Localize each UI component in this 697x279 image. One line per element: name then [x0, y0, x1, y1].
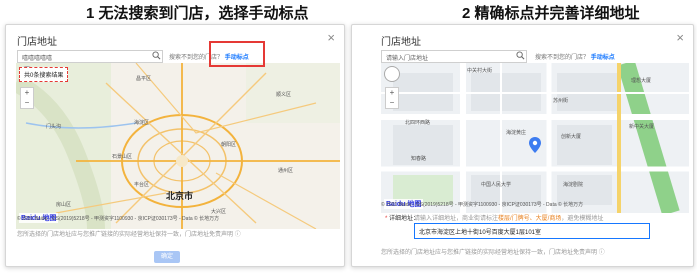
map-label: 顺义区: [276, 92, 292, 98]
search-input[interactable]: 请输入门店地址: [381, 50, 527, 63]
manual-pin-hint: 搜索不到您的门店？ 手动标点: [535, 52, 615, 61]
detail-address-tip: 请输入详细地址，商业街请标注楼层/门牌号、大厦/商场，避免模糊地址: [414, 213, 603, 222]
map-label: 知春路: [411, 156, 427, 162]
tip-prefix: 请输入详细地址，商业街请标注: [414, 216, 499, 222]
step2-title: 2 精确标点并完善详细地址: [462, 5, 640, 22]
map-label: 石景山区: [112, 154, 133, 160]
map-label: 新中关大厦: [629, 124, 655, 130]
confirm-button[interactable]: 确定: [154, 251, 180, 263]
map-label: 大兴区: [211, 209, 227, 215]
map-label: 苏州街: [553, 98, 569, 104]
disclaimer-note: 您所选择的门店地址应与您推广链接的实际经营地址保持一致，门店地址免责声明 ⓘ: [17, 229, 241, 238]
city-label: 北京市: [166, 191, 194, 201]
disclaimer-text: 您所选择的门店地址应与您推广链接的实际经营地址保持一致，门店地址免责声明: [17, 232, 234, 238]
search-icon[interactable]: [152, 51, 161, 60]
tip-suffix: ，避免模糊地址: [561, 216, 604, 222]
zoom-out-button[interactable]: −: [21, 98, 33, 108]
info-icon[interactable]: ⓘ: [235, 232, 241, 238]
required-mark: *: [385, 216, 388, 222]
detail-address-input[interactable]: 北京市海淀区上地十街10号百度大厦1层101室: [414, 223, 650, 239]
zoom-out-button[interactable]: −: [386, 98, 398, 108]
manual-pin-highlight: [209, 41, 265, 67]
map-label: 丰台区: [134, 182, 150, 188]
map-label: 海淀区: [134, 120, 150, 126]
disclaimer-text: 您所选择的门店地址应与您推广链接的实际经营地址保持一致，门店地址免责声明: [381, 250, 598, 256]
map-label: 朝阳区: [221, 142, 237, 148]
info-icon[interactable]: ⓘ: [599, 250, 605, 256]
map-label: 昌平区: [136, 76, 152, 82]
search-icon[interactable]: [516, 51, 525, 60]
search-input[interactable]: 嘻嘻嘻嘻嘻: [17, 50, 163, 63]
map-view[interactable]: + − 中关村大街 北四环西路 苏州街 海淀黄庄 知春路 创新大厦 中国人民大学…: [381, 63, 689, 213]
map-view[interactable]: + − 北京市 门头沟 海淀区 昌平区 顺义区 朝阳区 大兴区 丰台区 石景山区…: [16, 63, 340, 229]
map-label: 中国人民大学: [481, 182, 512, 188]
map-label: 通州区: [278, 168, 294, 174]
disclaimer-note: 您所选择的门店地址应与您推广链接的实际经营地址保持一致，门店地址免责声明 ⓘ: [381, 247, 605, 256]
zoom-control: + −: [385, 87, 399, 109]
map-copyright: © 2021 Baidu - GS(2019)5218号 - 甲测资字11009…: [17, 216, 220, 222]
map-label: 理想大厦: [631, 78, 652, 84]
compass-icon[interactable]: [384, 66, 400, 82]
map-label: 门头沟: [46, 124, 62, 130]
dialog-title: 门店地址: [381, 37, 421, 48]
store-address-dialog-search: 门店地址 × 嘻嘻嘻嘻嘻 搜索不到您的门店？ 手动标点 + − 北京市 门头沟 …: [5, 24, 345, 267]
close-icon[interactable]: ×: [327, 30, 335, 45]
close-icon[interactable]: ×: [676, 30, 684, 45]
store-address-dialog-detail: 门店地址 × 请输入门店地址 搜索不到您的门店？ 手动标点 + − 中关村大街 …: [351, 24, 694, 267]
zoom-in-button[interactable]: +: [386, 88, 398, 98]
tip-highlight: 楼层/门牌号、大厦/商场: [498, 216, 562, 222]
map-pin-icon[interactable]: [529, 137, 541, 153]
zoom-control: + −: [20, 87, 34, 109]
hint-text: 搜索不到您的门店？: [535, 55, 590, 61]
map-label: 海淀剧院: [563, 182, 584, 188]
step1-title: 1 无法搜索到门店，选择手动标点: [86, 5, 309, 22]
map-label: 创新大厦: [561, 134, 582, 140]
map-label: 北四环西路: [405, 120, 431, 126]
dialog-title: 门店地址: [17, 37, 57, 48]
manual-pin-link[interactable]: 手动标点: [591, 55, 615, 61]
map-copyright: © 2021 Baidu - GS(2019)5218号 - 甲测资字11009…: [381, 202, 584, 208]
search-result-count: 共0条搜索结果: [19, 67, 69, 82]
map-label: 中关村大街: [467, 68, 493, 74]
map-label: 房山区: [56, 202, 72, 208]
map-label: 海淀黄庄: [506, 130, 527, 136]
zoom-in-button[interactable]: +: [21, 88, 33, 98]
